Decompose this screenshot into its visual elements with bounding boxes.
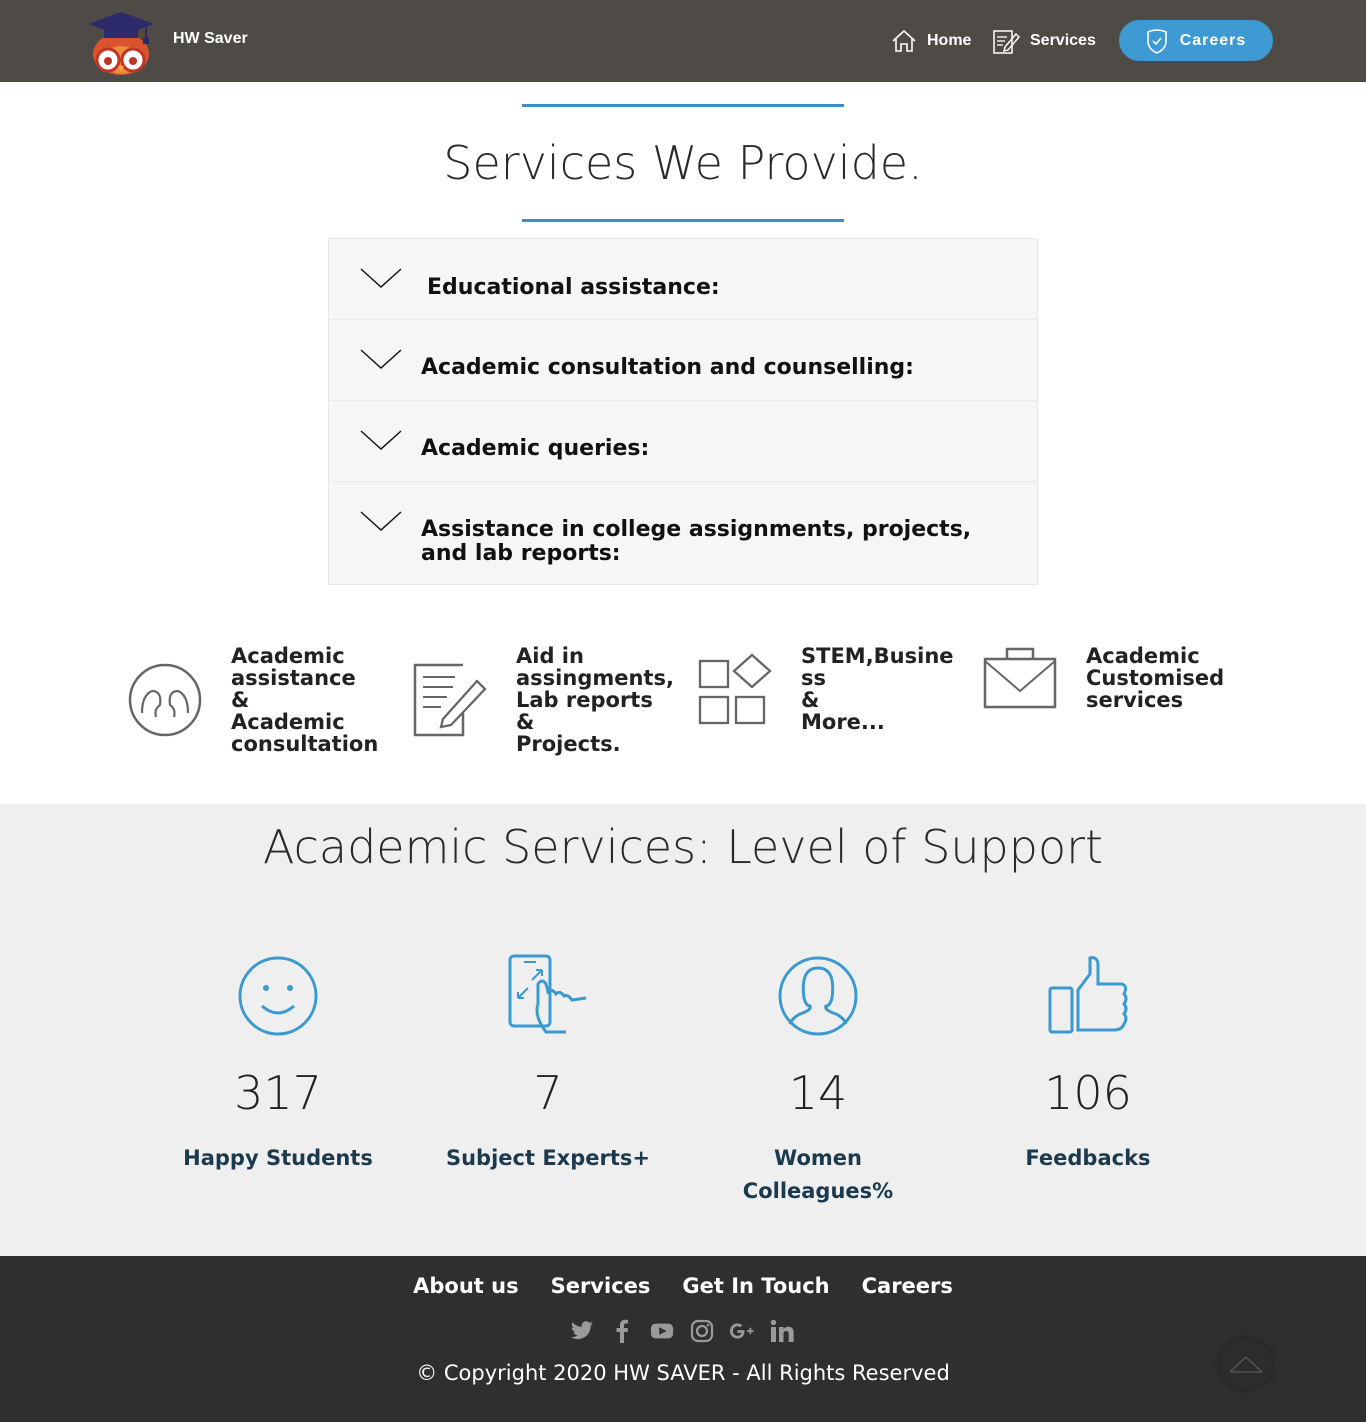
chevron-down-icon (360, 349, 402, 369)
footer-link-contact[interactable]: Get In Touch (682, 1274, 829, 1298)
stat-value: 317 (234, 1066, 322, 1120)
people-circle-icon (128, 663, 202, 737)
youtube-icon[interactable] (650, 1318, 674, 1344)
accordion-item-label: Academic queries: (421, 436, 650, 461)
site-header: HW Saver Home Services Careers (0, 0, 1366, 82)
edit-document-icon (993, 30, 1020, 54)
home-icon (892, 29, 916, 52)
footer-link-services[interactable]: Services (551, 1274, 651, 1298)
instagram-icon[interactable] (690, 1318, 714, 1344)
thumbs-up-icon (1048, 956, 1128, 1034)
phone-touch-icon (508, 954, 587, 1034)
chevron-down-icon (360, 430, 402, 450)
accordion-item-label: Assistance in college assignments, proje… (421, 517, 972, 566)
accordion-item[interactable]: Academic consultation and counselling: (329, 320, 1037, 401)
heading-divider-bottom (522, 219, 844, 222)
footer-link-careers[interactable]: Careers (862, 1274, 953, 1298)
owl-logo-icon[interactable] (86, 8, 156, 76)
social-links (570, 1318, 794, 1344)
nav-home-label: Home (927, 32, 972, 49)
site-footer: About us Services Get In Touch Careers ©… (0, 1256, 1366, 1422)
document-edit-icon (413, 663, 487, 737)
accordion-item[interactable]: Educational assistance: (329, 239, 1037, 320)
woman-circle-icon (778, 956, 858, 1036)
copyright-text: © Copyright 2020 HW SAVER - All Rights R… (416, 1361, 950, 1385)
heading-divider-top (522, 104, 844, 107)
stat-value: 7 (533, 1066, 563, 1120)
footer-link-about[interactable]: About us (413, 1274, 518, 1298)
careers-label: Careers (1179, 31, 1247, 49)
feature-text: STEM,Busine ss & More... (801, 644, 954, 734)
google-plus-icon[interactable] (730, 1318, 754, 1344)
stats-title: Academic Services: Level of Support (262, 820, 1104, 874)
chevron-up-icon (1229, 1355, 1263, 1373)
careers-button[interactable]: Careers (1119, 20, 1273, 61)
chevron-down-icon (360, 268, 402, 288)
accordion-item-label: Academic consultation and counselling: (421, 355, 914, 380)
back-to-top-button[interactable] (1220, 1338, 1272, 1390)
feature-text: Aid in assingments, Lab reports & Projec… (516, 644, 674, 756)
nav-services-label: Services (1030, 32, 1096, 49)
services-accordion: Educational assistance: Academic consult… (328, 238, 1038, 585)
stat-label: Women Colleagues% (742, 1146, 894, 1203)
footer-nav: About us Services Get In Touch Careers (0, 1274, 1366, 1298)
accordion-item-label: Educational assistance: (427, 275, 720, 300)
feature-text: Academic assistance & Academic consultat… (231, 644, 379, 756)
stats-section: Academic Services: Level of Support 317 … (0, 804, 1366, 1256)
stat-value: 106 (1044, 1066, 1132, 1120)
brand-name[interactable]: HW Saver (173, 30, 248, 48)
chevron-down-icon (360, 511, 402, 531)
accordion-item[interactable]: Assistance in college assignments, proje… (329, 482, 1037, 585)
briefcase-icon (983, 647, 1057, 709)
linkedin-icon[interactable] (770, 1318, 794, 1344)
twitter-icon[interactable] (570, 1318, 594, 1344)
accordion-item[interactable]: Academic queries: (329, 401, 1037, 482)
facebook-icon[interactable] (610, 1318, 634, 1344)
nav-services[interactable]: Services (992, 24, 1096, 58)
stat-label: Feedbacks (1025, 1146, 1151, 1170)
stat-label: Subject Experts+ (445, 1146, 650, 1170)
smiley-icon (238, 956, 318, 1036)
shield-check-icon (1146, 28, 1167, 54)
nav-home[interactable]: Home (891, 24, 971, 58)
feature-text: Academic Customised services (1086, 644, 1225, 712)
stat-value: 14 (788, 1066, 848, 1120)
services-title: Services We Provide. (443, 136, 923, 190)
apps-grid-icon (698, 653, 772, 725)
stat-label: Happy Students (183, 1146, 373, 1170)
